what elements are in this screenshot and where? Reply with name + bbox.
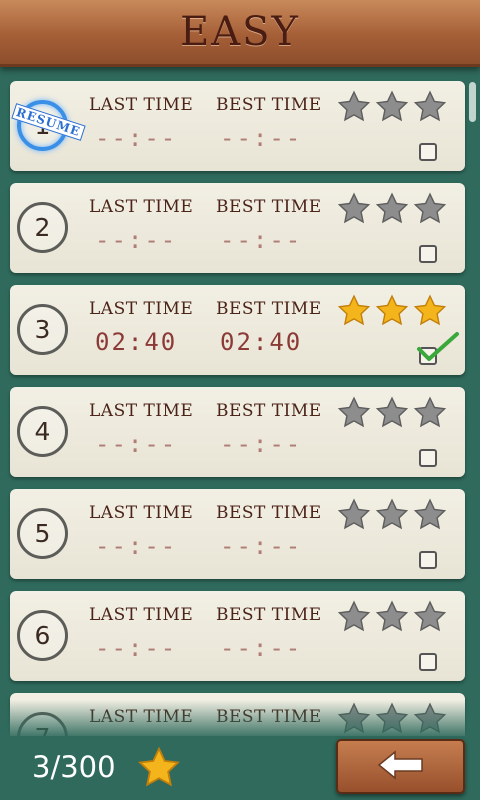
last-time-value: --:-- [95, 532, 178, 560]
last-time-value: --:-- [95, 430, 178, 458]
last-time-value: --:-- [95, 226, 178, 254]
back-button[interactable] [336, 739, 465, 794]
level-list[interactable]: 1RESUMELAST TIMEBEST TIME--:----:--2LAST… [0, 64, 480, 736]
header-bar: EASY [0, 0, 480, 67]
best-time-value: 02:40 [220, 328, 303, 356]
completed-checkbox[interactable] [419, 551, 437, 569]
scrollbar[interactable] [469, 82, 476, 122]
gray-star-icon [375, 192, 409, 226]
gray-star-icon [337, 396, 371, 430]
gray-star-icon [413, 498, 447, 532]
last-time-label: LAST TIME [89, 605, 194, 625]
level-number: 3 [34, 315, 51, 344]
best-time-label: BEST TIME [216, 197, 322, 217]
best-time-value: --:-- [220, 634, 303, 662]
best-time-value: --:-- [220, 532, 303, 560]
level-number-badge: 5 [17, 508, 68, 559]
gray-star-icon [413, 192, 447, 226]
level-row[interactable]: 1RESUMELAST TIMEBEST TIME--:----:-- [10, 81, 465, 171]
best-time-label: BEST TIME [216, 503, 322, 523]
gray-star-icon [337, 90, 371, 124]
gold-star-icon [136, 746, 182, 790]
star-count: 3/300 [32, 750, 116, 784]
gray-star-icon [413, 90, 447, 124]
level-row[interactable]: 5 LAST TIME BEST TIME --:-- --:-- [10, 489, 465, 579]
completed-checkbox[interactable] [419, 245, 437, 263]
best-time-label: BEST TIME [216, 95, 322, 115]
level-number-badge: 6 [17, 610, 68, 661]
footer-bar: 3/300 [0, 736, 480, 800]
best-time-label: BEST TIME [216, 401, 322, 421]
last-time-label: LAST TIME [89, 503, 194, 523]
last-time-label: LAST TIME [89, 197, 194, 217]
completed-checkbox[interactable] [419, 449, 437, 467]
level-number: 5 [34, 519, 51, 548]
last-time-label: LAST TIME [89, 299, 194, 319]
best-time-label: BEST TIME [216, 605, 322, 625]
gold-star-icon [337, 294, 371, 328]
completed-checkbox[interactable] [419, 143, 437, 161]
best-time-value: --:-- [220, 430, 303, 458]
list-fade [0, 700, 480, 736]
gray-star-icon [413, 396, 447, 430]
gray-star-icon [375, 600, 409, 634]
last-time-value: 02:40 [95, 328, 178, 356]
gold-star-icon [375, 294, 409, 328]
level-row[interactable]: 6 LAST TIME BEST TIME --:-- --:-- [10, 591, 465, 681]
gray-star-icon [337, 600, 371, 634]
level-number: 2 [34, 213, 51, 242]
best-time-label: BEST TIME [216, 299, 322, 319]
level-number-badge: 2 [17, 202, 68, 253]
gray-star-icon [375, 90, 409, 124]
level-number-badge: 4 [17, 406, 68, 457]
level-number: 4 [34, 417, 51, 446]
gray-star-icon [337, 192, 371, 226]
level-number: 6 [34, 621, 51, 650]
gray-star-icon [375, 498, 409, 532]
level-number-badge: 3 [17, 304, 68, 355]
last-time-label: LAST TIME [89, 401, 194, 421]
back-arrow-icon [377, 749, 425, 784]
completed-checkbox[interactable] [419, 653, 437, 671]
last-time-value: --:-- [95, 634, 178, 662]
level-row[interactable]: 2 LAST TIME BEST TIME --:-- --:-- [10, 183, 465, 273]
gray-star-icon [375, 396, 409, 430]
gray-star-icon [337, 498, 371, 532]
last-time-label: LAST TIME [89, 95, 194, 115]
best-time-value: --:-- [220, 226, 303, 254]
gold-star-icon [413, 294, 447, 328]
checkmark-icon [415, 331, 461, 365]
level-row[interactable]: 4 LAST TIME BEST TIME --:-- --:-- [10, 387, 465, 477]
best-time-value: --:-- [220, 124, 303, 152]
last-time-value: --:-- [95, 124, 178, 152]
level-row[interactable]: 3 LAST TIME BEST TIME 02:40 02:40 [10, 285, 465, 375]
page-title: EASY [180, 9, 300, 55]
gray-star-icon [413, 600, 447, 634]
